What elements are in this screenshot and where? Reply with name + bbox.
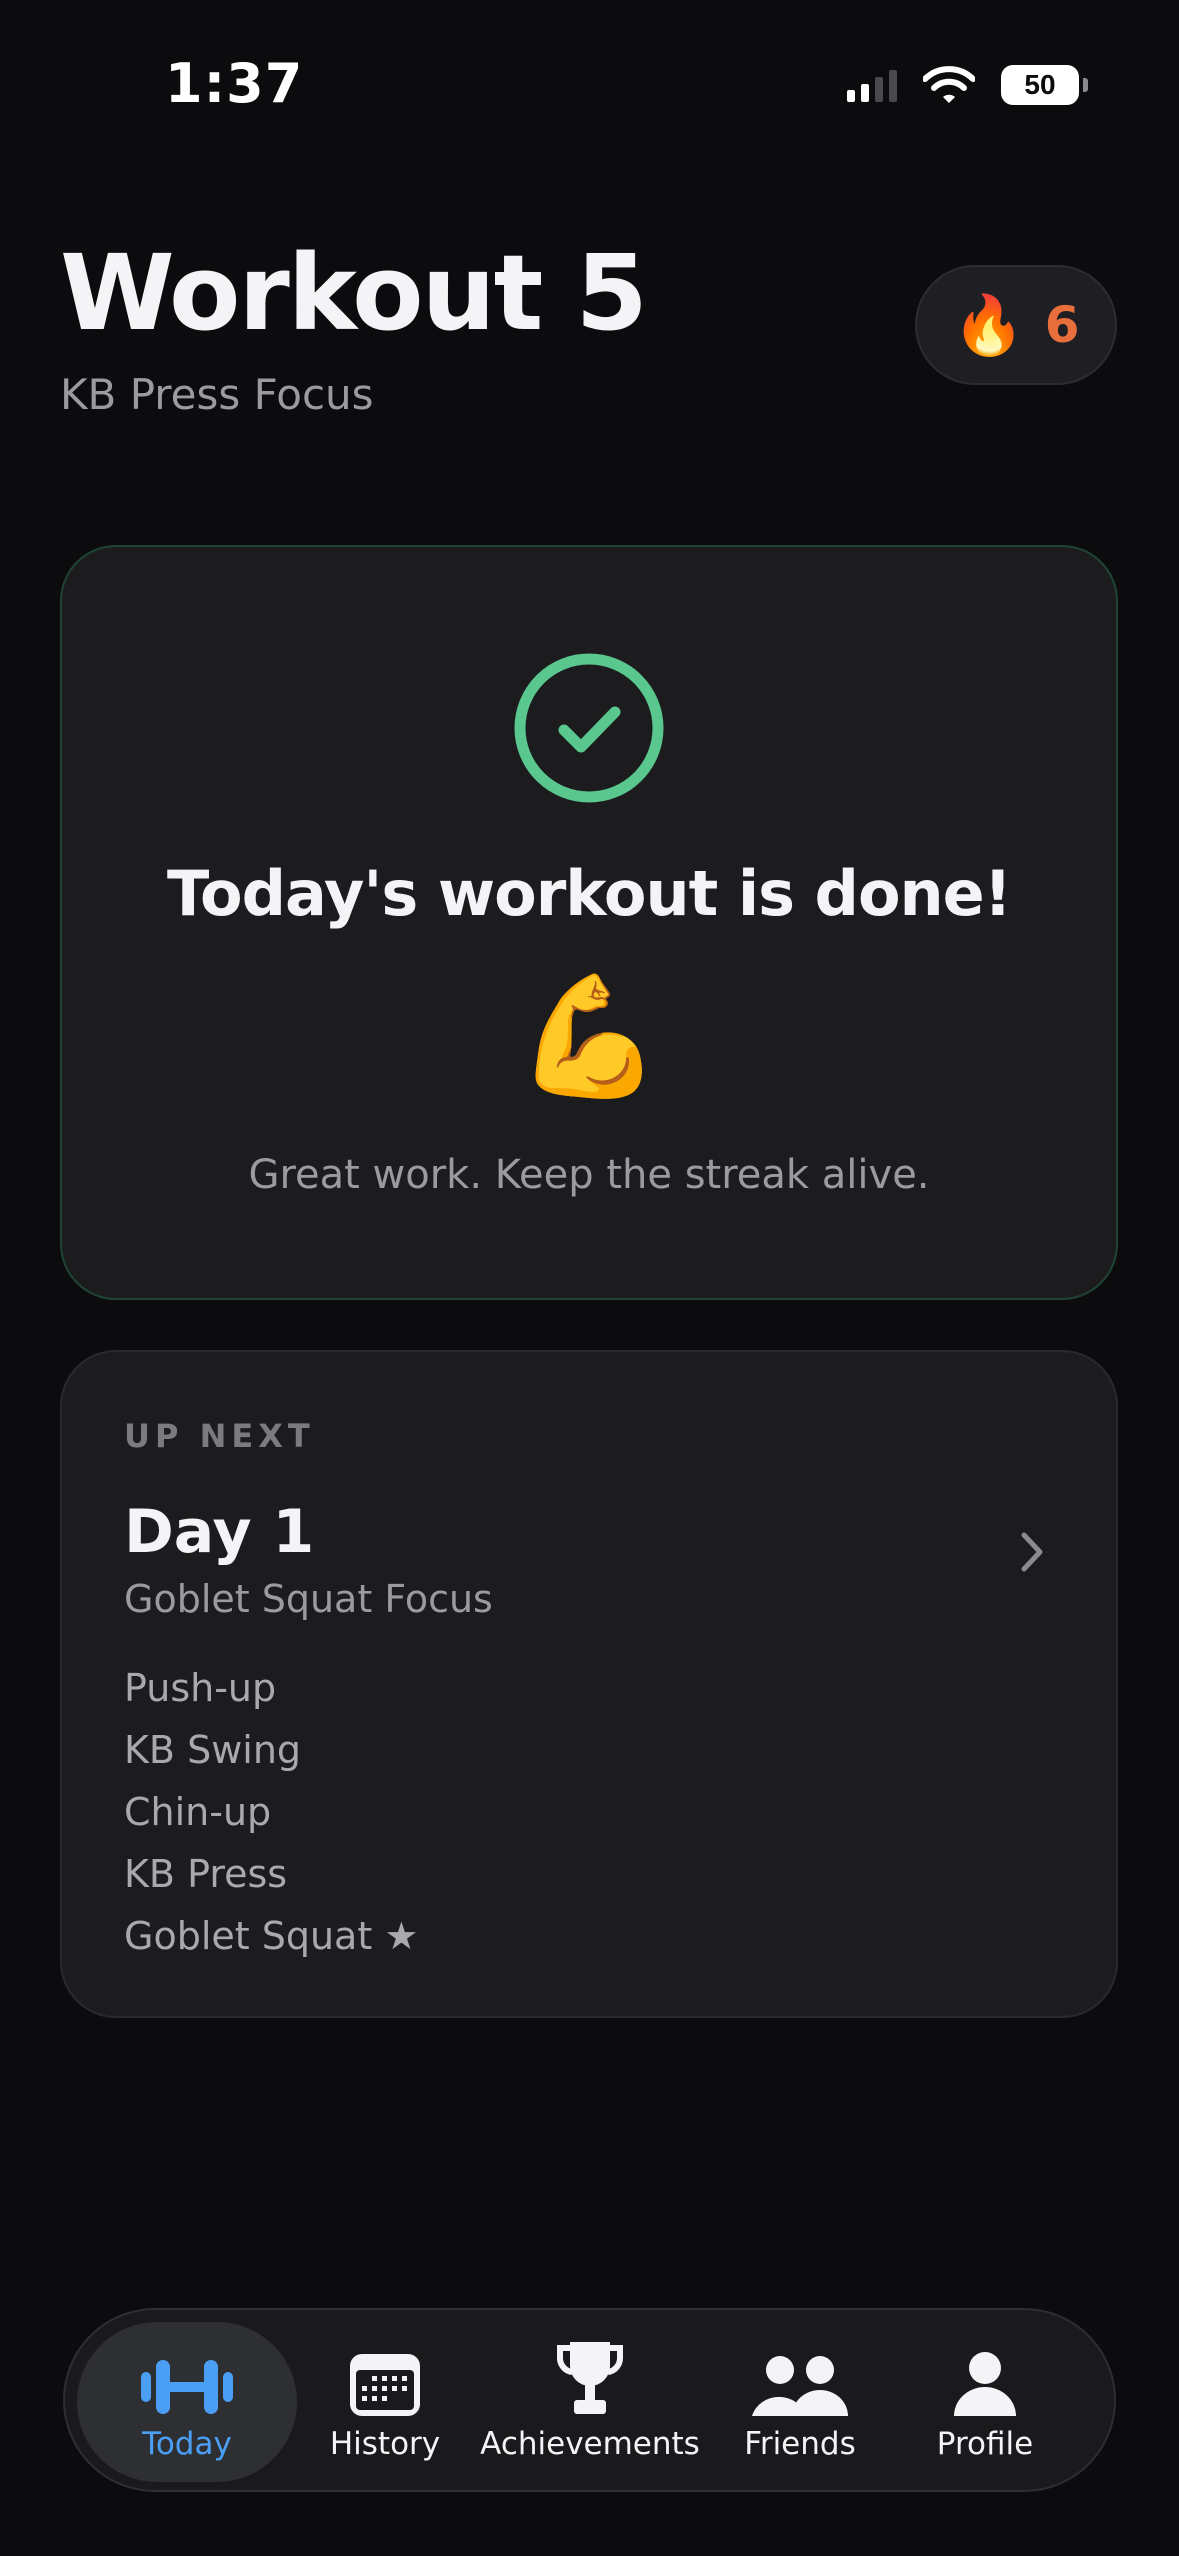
done-message: Great work. Keep the streak alive. (248, 1152, 930, 1198)
check-circle-icon (514, 653, 664, 803)
done-title: Today's workout is done! (167, 857, 1012, 930)
status-icons: 50 (847, 60, 1088, 110)
tab-profile[interactable]: Profile (905, 2322, 1065, 2482)
workout-done-card: Today's workout is done! 💪 Great work. K… (60, 545, 1118, 1300)
chevron-right-icon[interactable] (1017, 1527, 1047, 1577)
status-time: 1:37 (165, 52, 304, 115)
exercise-item: KB Swing (124, 1728, 302, 1772)
flexed-biceps-icon: 💪 (515, 967, 663, 1105)
battery-icon: 50 (1001, 65, 1088, 105)
streak-count: 6 (1044, 296, 1080, 354)
trophy-icon (556, 2342, 624, 2414)
tab-today[interactable]: Today (77, 2322, 297, 2482)
next-day-focus: Goblet Squat Focus (124, 1577, 493, 1621)
tab-achievements[interactable]: Achievements (475, 2322, 705, 2482)
battery-level: 50 (1024, 69, 1056, 100)
tab-bar: Today History Achievements Friends Profi… (63, 2308, 1116, 2492)
flame-icon: 🔥 (952, 291, 1025, 359)
page-title: Workout 5 (60, 232, 648, 354)
people-icon (752, 2356, 848, 2416)
exercise-item: Chin-up (124, 1790, 272, 1834)
tab-history-label: History (329, 2426, 441, 2462)
person-icon (954, 2352, 1016, 2416)
next-day-title: Day 1 (124, 1497, 315, 1567)
tab-achievements-label: Achievements (480, 2426, 700, 2462)
exercise-item: Push-up (124, 1666, 277, 1710)
exercise-list: Push-up KB Swing Chin-up KB Press Goblet… (124, 1657, 418, 1967)
wifi-icon (923, 66, 975, 103)
tab-history[interactable]: History (305, 2322, 465, 2482)
streak-badge[interactable]: 🔥 6 (915, 265, 1117, 385)
calendar-icon (350, 2354, 420, 2416)
page-subtitle: KB Press Focus (60, 370, 374, 419)
tab-today-label: Today (142, 2426, 232, 2462)
dumbbell-icon (141, 2360, 233, 2414)
up-next-label: UP NEXT (124, 1417, 315, 1455)
tab-friends[interactable]: Friends (715, 2322, 885, 2482)
cellular-signal-icon (847, 68, 897, 102)
tab-profile-label: Profile (936, 2426, 1034, 2462)
up-next-card[interactable]: UP NEXT Day 1 Goblet Squat Focus Push-up… (60, 1350, 1118, 2018)
exercise-item: KB Press (124, 1852, 288, 1896)
exercise-item: Goblet Squat ★ (124, 1914, 419, 1958)
tab-friends-label: Friends (744, 2426, 856, 2462)
